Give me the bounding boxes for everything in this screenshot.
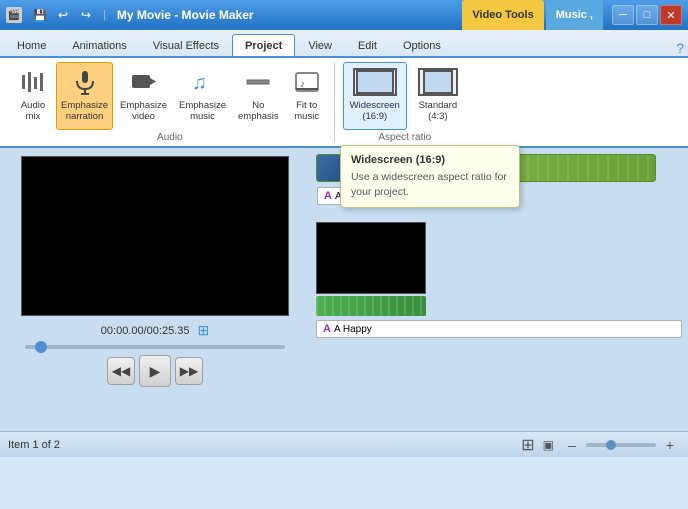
help-icon[interactable]: ?: [676, 40, 684, 56]
timeline-track-2: A A Happy: [316, 218, 682, 338]
ribbon-btn-emphasize-music-label: Emphasizemusic: [179, 100, 226, 123]
status-bar: Item 1 of 2 ⊞ ▣ – +: [0, 431, 688, 457]
tab-animations[interactable]: Animations: [59, 34, 139, 56]
text-clip-3-icon: A: [323, 323, 331, 335]
zoom-out-button[interactable]: –: [562, 435, 582, 455]
play-button[interactable]: ▶: [139, 355, 171, 387]
ribbon-audio-buttons: Audiomix Emphasizenarration: [12, 62, 328, 130]
expand-icon[interactable]: ⊞: [197, 322, 209, 339]
title-bar: 🎬 💾 ↩ ↪ | My Movie - Movie Maker Video T…: [0, 0, 688, 30]
tab-video-tools[interactable]: Video Tools: [462, 0, 543, 30]
app-icon: 🎬: [6, 7, 22, 23]
title-bar-left: 🎬 💾 ↩ ↪ | My Movie - Movie Maker: [6, 6, 254, 24]
tab-home[interactable]: Home: [4, 34, 59, 56]
ribbon-tabs: Home Animations Visual Effects Project V…: [0, 30, 688, 58]
playback-controls: ◀◀ ▶ ▶▶: [107, 355, 203, 387]
ribbon: Audiomix Emphasizenarration: [0, 58, 688, 148]
time-text: 00:00.00/00:25.35: [101, 325, 190, 337]
window-title: My Movie - Movie Maker: [117, 8, 254, 22]
left-panel: 00:00.00/00:25.35 ⊞ ◀◀ ▶ ▶▶: [0, 148, 310, 431]
text-clip-3[interactable]: A A Happy: [316, 320, 682, 338]
toolbar-redo[interactable]: ↪: [76, 6, 96, 24]
ribbon-group-aspect-label: Aspect ratio: [343, 130, 467, 143]
ribbon-btn-no-emphasis[interactable]: Noemphasis: [233, 62, 284, 130]
tooltip-title: Widescreen (16:9): [351, 154, 509, 166]
seek-thumb[interactable]: [35, 341, 47, 353]
video-preview: [21, 156, 289, 316]
ribbon-btn-audio-mix-label: Audiomix: [21, 100, 45, 123]
tab-visual-effects[interactable]: Visual Effects: [140, 34, 232, 56]
maximize-button[interactable]: □: [636, 5, 658, 25]
ribbon-btn-emphasize-narration-label: Emphasizenarration: [61, 100, 108, 123]
tab-music[interactable]: Music ,: [546, 0, 603, 30]
close-button[interactable]: ✕: [660, 5, 682, 25]
tab-view[interactable]: View: [295, 34, 345, 56]
svg-text:♪: ♪: [300, 79, 305, 90]
audio-strip2-overlay: [316, 296, 426, 316]
ribbon-btn-emphasize-video-label: Emphasizevideo: [120, 100, 167, 123]
toolbar-undo[interactable]: ↩: [53, 6, 73, 24]
ribbon-btn-standard-label: Standard(4:3): [419, 100, 458, 122]
ribbon-btn-emphasize-music[interactable]: ♫ Emphasizemusic: [174, 62, 231, 130]
tooltip-description: Use a widescreen aspect ratio for your p…: [351, 170, 509, 199]
prev-button[interactable]: ◀◀: [107, 357, 135, 385]
tab-edit[interactable]: Edit: [345, 34, 390, 56]
ribbon-btn-audio-mix[interactable]: Audiomix: [12, 62, 54, 130]
status-bar-right: ⊞ ▣ – +: [521, 435, 680, 455]
tab-options[interactable]: Options: [390, 34, 454, 56]
widescreen-icon: [353, 68, 397, 96]
ribbon-btn-fit-to-music[interactable]: ♪ Fit tomusic: [286, 62, 328, 130]
time-display: 00:00.00/00:25.35 ⊞: [101, 322, 209, 339]
text-clip-1-icon: A: [324, 190, 332, 202]
status-text: Item 1 of 2: [8, 439, 60, 451]
monitor-icon-2: ▣: [543, 438, 554, 452]
audio-mix-icon: [17, 66, 49, 98]
ribbon-btn-fit-to-music-label: Fit tomusic: [294, 100, 319, 123]
fit-to-music-icon: ♪: [291, 66, 323, 98]
top-tabs: Video Tools Music ,: [462, 0, 603, 30]
zoom-in-button[interactable]: +: [660, 435, 680, 455]
toolbar-save[interactable]: 💾: [30, 6, 50, 24]
video-block-2[interactable]: [316, 222, 426, 294]
zoom-slider[interactable]: [586, 443, 656, 447]
ribbon-btn-standard[interactable]: Standard(4:3): [409, 62, 467, 130]
emphasize-video-icon: [128, 66, 160, 98]
standard-icon: [418, 68, 458, 96]
ribbon-btn-emphasize-video[interactable]: Emphasizevideo: [115, 62, 172, 130]
ribbon-btn-emphasize-narration[interactable]: Emphasizenarration: [56, 62, 113, 130]
ribbon-btn-no-emphasis-label: Noemphasis: [238, 100, 279, 123]
svg-text:♫: ♫: [192, 72, 207, 94]
ribbon-group-audio: Audiomix Emphasizenarration: [6, 62, 335, 142]
ribbon-group-audio-label: Audio: [12, 130, 328, 143]
emphasize-music-icon: ♫: [187, 66, 219, 98]
text-clip-3-label: A Happy: [334, 324, 372, 335]
monitor-icon: ⊞: [521, 435, 534, 455]
audio-strip-2[interactable]: [316, 296, 426, 316]
ribbon-btn-widescreen[interactable]: Widescreen(16:9): [343, 62, 407, 130]
ribbon-group-aspect: Widescreen(16:9) Standard(4:3) Aspect ra…: [337, 62, 473, 142]
seek-bar[interactable]: [25, 345, 285, 349]
ribbon-btn-widescreen-label: Widescreen(16:9): [350, 100, 400, 122]
no-emphasis-icon: [242, 66, 274, 98]
next-button[interactable]: ▶▶: [175, 357, 203, 385]
minimize-button[interactable]: ─: [612, 5, 634, 25]
title-bar-controls: ─ □ ✕: [612, 5, 682, 25]
tab-project[interactable]: Project: [232, 34, 295, 56]
ribbon-aspect-buttons: Widescreen(16:9) Standard(4:3): [343, 62, 467, 130]
emphasize-narration-icon: [69, 66, 101, 98]
tooltip: Widescreen (16:9) Use a widescreen aspec…: [340, 145, 520, 208]
